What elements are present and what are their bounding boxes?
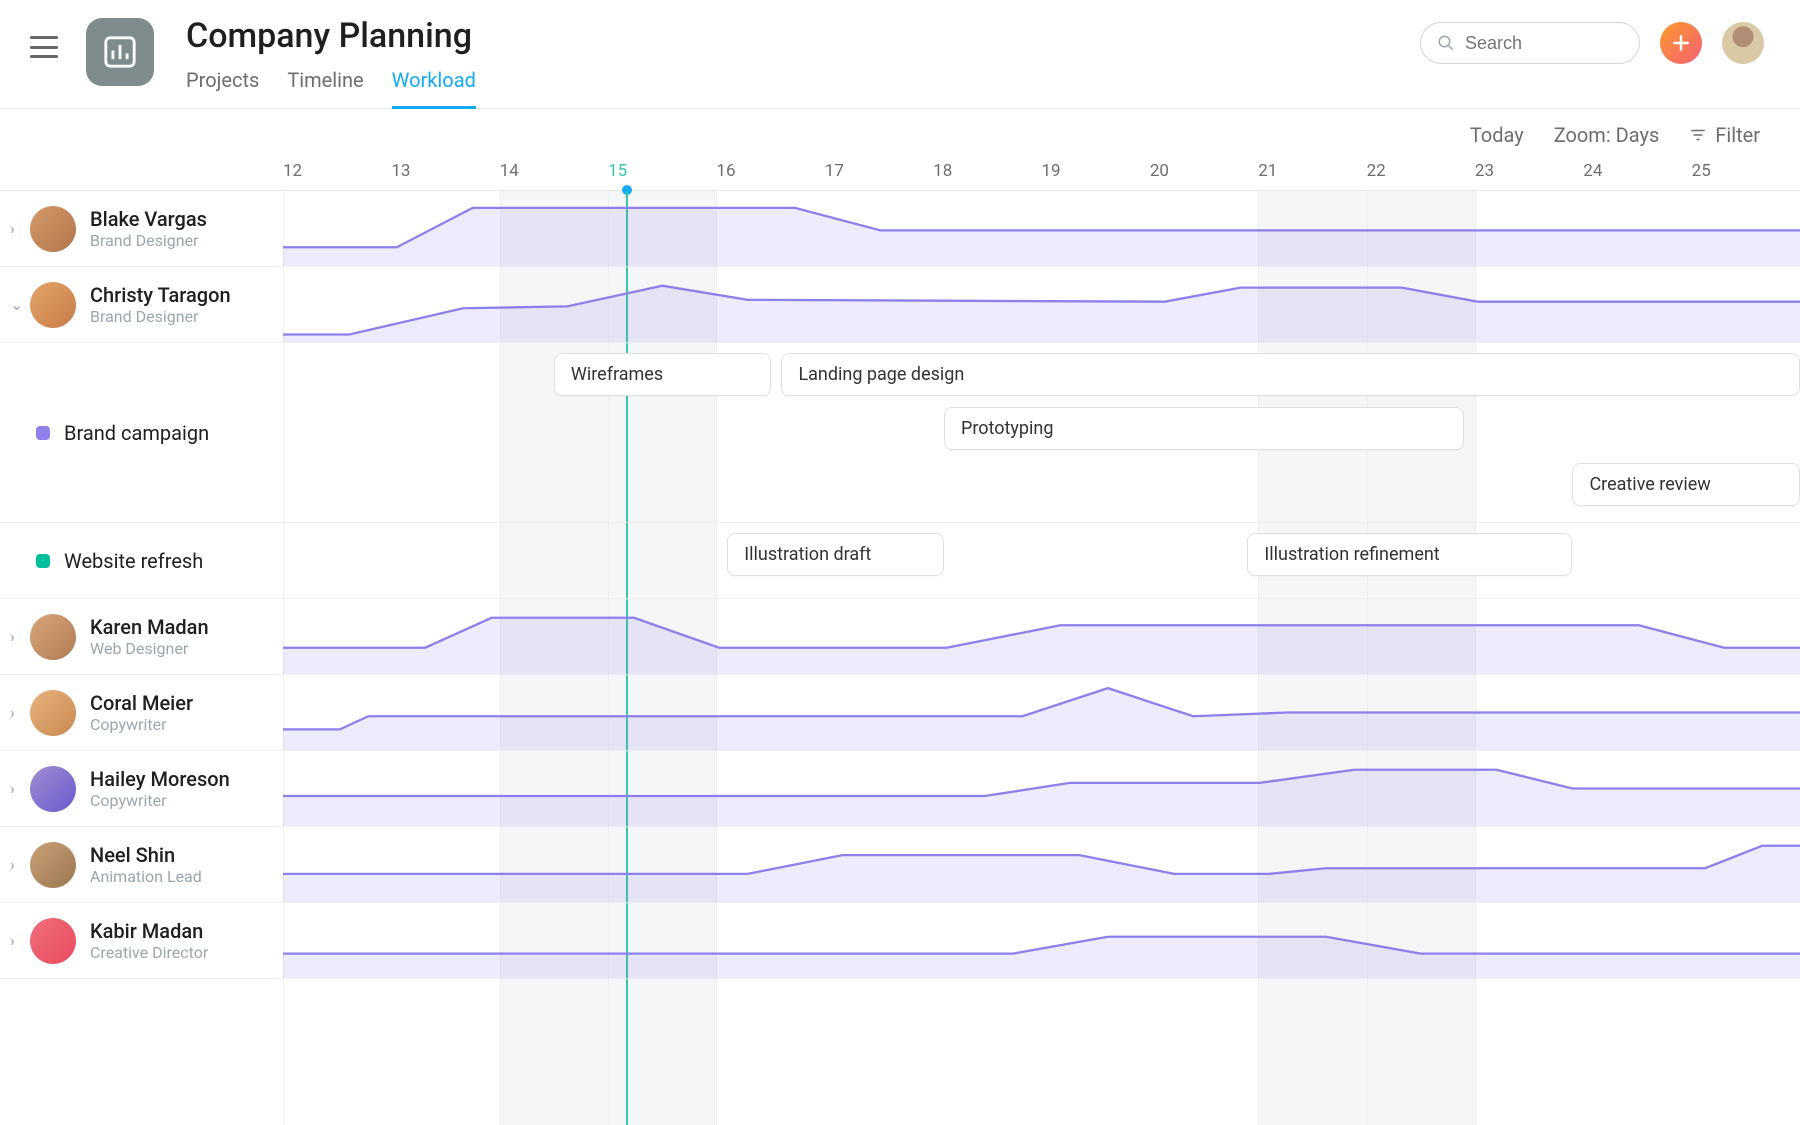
person-row: › Blake Vargas Brand Designer	[0, 191, 1800, 267]
zoom-button[interactable]: Zoom: Days	[1554, 123, 1660, 147]
person-role: Copywriter	[90, 791, 230, 810]
person-row: › Coral Meier Copywriter	[0, 675, 1800, 751]
person-name: Kabir Madan	[90, 919, 208, 943]
person-role: Copywriter	[90, 715, 193, 734]
person-name: Christy Taragon	[90, 283, 231, 307]
workload-lane[interactable]	[283, 751, 1800, 826]
chart-icon	[103, 35, 137, 69]
person-row: › Karen Madan Web Designer	[0, 599, 1800, 675]
date-cell: 20	[1150, 161, 1258, 190]
project-name: Brand campaign	[64, 421, 209, 445]
person-row: › Kabir Madan Creative Director	[0, 903, 1800, 979]
date-cell: 24	[1583, 161, 1691, 190]
tab-bar: Projects Timeline Workload	[186, 68, 1420, 109]
person-role: Web Designer	[90, 639, 209, 658]
filter-icon	[1689, 126, 1707, 144]
person-role: Brand Designer	[90, 231, 207, 250]
date-cell: 14	[500, 161, 608, 190]
date-cell: 13	[391, 161, 499, 190]
person-role: Animation Lead	[90, 867, 202, 886]
workload-lane[interactable]	[283, 267, 1800, 342]
project-lane[interactable]: Illustration draft Illustration refinemen…	[283, 523, 1800, 598]
project-color-dot	[36, 554, 50, 568]
add-button[interactable]	[1660, 22, 1702, 64]
plus-icon	[1671, 33, 1691, 53]
person-name: Blake Vargas	[90, 207, 207, 231]
workload-lane[interactable]	[283, 675, 1800, 750]
search-input[interactable]	[1465, 33, 1605, 54]
workload-lane[interactable]	[283, 191, 1800, 266]
person-avatar[interactable]	[30, 206, 76, 252]
task-bar[interactable]: Illustration refinement	[1247, 533, 1572, 576]
person-avatar[interactable]	[30, 766, 76, 812]
date-cell: 17	[825, 161, 933, 190]
filter-button[interactable]: Filter	[1689, 123, 1760, 147]
tab-workload[interactable]: Workload	[392, 68, 476, 109]
date-cell: 21	[1258, 161, 1366, 190]
workload-lane[interactable]	[283, 827, 1800, 902]
project-color-dot	[36, 426, 50, 440]
workload-lane[interactable]	[283, 903, 1800, 978]
person-name: Karen Madan	[90, 615, 209, 639]
person-avatar[interactable]	[30, 282, 76, 328]
task-bar[interactable]: Prototyping	[944, 407, 1464, 450]
task-bar[interactable]: Landing page design	[781, 353, 1800, 396]
timeline: 1213141516171819202122232425 › Blake Var…	[0, 161, 1800, 979]
date-cell: 22	[1367, 161, 1475, 190]
date-cell: 25	[1692, 161, 1800, 190]
chevron-right-icon[interactable]: ›	[10, 627, 30, 646]
chevron-right-icon[interactable]: ›	[10, 931, 30, 950]
task-bar[interactable]: Creative review	[1572, 463, 1800, 506]
date-cell: 18	[933, 161, 1041, 190]
person-avatar[interactable]	[30, 842, 76, 888]
page-title: Company Planning	[186, 16, 1420, 56]
app-badge[interactable]	[86, 18, 154, 86]
date-cell: 23	[1475, 161, 1583, 190]
search-box[interactable]	[1420, 22, 1640, 64]
chevron-down-icon[interactable]: ⌄	[10, 295, 30, 314]
task-bar[interactable]: Wireframes	[554, 353, 771, 396]
search-icon	[1437, 34, 1455, 52]
person-name: Neel Shin	[90, 843, 202, 867]
chevron-right-icon[interactable]: ›	[10, 703, 30, 722]
person-row: › Neel Shin Animation Lead	[0, 827, 1800, 903]
chevron-right-icon[interactable]: ›	[10, 855, 30, 874]
workload-lane[interactable]	[283, 599, 1800, 674]
person-name: Hailey Moreson	[90, 767, 230, 791]
chevron-right-icon[interactable]: ›	[10, 219, 30, 238]
tab-timeline[interactable]: Timeline	[287, 68, 363, 109]
task-bar[interactable]: Illustration draft	[727, 533, 944, 576]
person-avatar[interactable]	[30, 614, 76, 660]
filter-label: Filter	[1715, 123, 1760, 147]
today-button[interactable]: Today	[1470, 123, 1524, 147]
user-avatar[interactable]	[1722, 22, 1764, 64]
person-row: ⌄ Christy Taragon Brand Designer	[0, 267, 1800, 343]
date-cell: 16	[716, 161, 824, 190]
date-cell: 12	[283, 161, 391, 190]
person-avatar[interactable]	[30, 690, 76, 736]
view-toolbar: Today Zoom: Days Filter	[0, 109, 1800, 161]
project-row: Brand campaign WireframesLanding page de…	[0, 343, 1800, 523]
top-bar: Company Planning Projects Timeline Workloa…	[0, 0, 1800, 109]
date-header: 1213141516171819202122232425	[0, 161, 1800, 191]
project-lane[interactable]: WireframesLanding page design Prototyping…	[283, 343, 1800, 522]
tab-projects[interactable]: Projects	[186, 68, 259, 109]
person-avatar[interactable]	[30, 918, 76, 964]
project-row: Website refresh Illustration draftIllust…	[0, 523, 1800, 599]
menu-icon[interactable]	[30, 36, 58, 58]
project-name: Website refresh	[64, 549, 203, 573]
person-role: Creative Director	[90, 943, 208, 962]
person-role: Brand Designer	[90, 307, 231, 326]
date-cell: 19	[1041, 161, 1149, 190]
person-name: Coral Meier	[90, 691, 193, 715]
chevron-right-icon[interactable]: ›	[10, 779, 30, 798]
person-row: › Hailey Moreson Copywriter	[0, 751, 1800, 827]
